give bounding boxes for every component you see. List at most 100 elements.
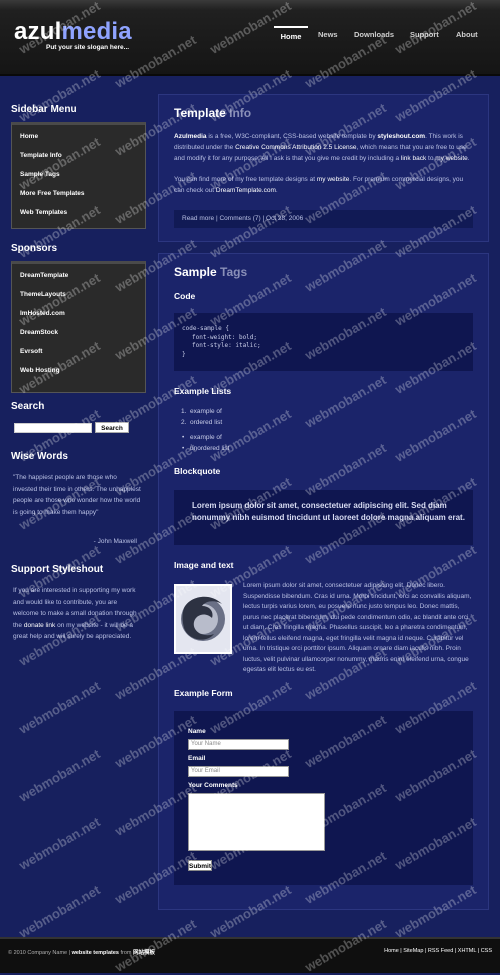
author-link[interactable]: styleshout.com bbox=[377, 133, 425, 140]
wise-author: - John Maxwell bbox=[93, 538, 137, 545]
info-text: is a free, W3C-compliant, CSS-based webs… bbox=[208, 133, 376, 140]
code-line: } bbox=[182, 350, 186, 358]
email-label: Email bbox=[188, 755, 206, 762]
code-line: font-weight: bold; bbox=[192, 333, 258, 341]
info-text: to bbox=[428, 155, 434, 162]
title-part-2: Info bbox=[229, 106, 252, 120]
image-side-text: Lorem ipsum dolor sit amet, consectetuer… bbox=[243, 582, 472, 673]
firefox-image bbox=[174, 584, 232, 654]
link-back-link[interactable]: link back bbox=[401, 155, 426, 162]
footer-links[interactable]: Home | SiteMap | RSS Feed | XHTML | CSS bbox=[384, 948, 492, 954]
website-templates-link[interactable]: website templates bbox=[72, 950, 119, 956]
my-website-link[interactable]: my website bbox=[317, 176, 350, 183]
blockquote-text: Lorem ipsum dolor sit amet, consectetuer… bbox=[192, 501, 465, 522]
sponsor-link[interactable]: ThemeLayouts bbox=[12, 285, 145, 304]
ordered-marker: 1. bbox=[181, 408, 187, 415]
example-form: Name Your Name Email Your Email Your Com… bbox=[174, 711, 473, 885]
code-heading: Code bbox=[174, 291, 196, 301]
comments-link[interactable]: Comments (7) bbox=[219, 215, 260, 222]
footer-copyright: © 2010 Company Name | website templates … bbox=[8, 948, 155, 956]
info-text: . bbox=[275, 187, 278, 194]
watermark-text: webmoban.net bbox=[16, 678, 103, 737]
bullet-icon: • bbox=[182, 445, 185, 452]
email-field[interactable]: Your Email bbox=[188, 766, 289, 777]
ordered-list-item: example of bbox=[190, 408, 222, 415]
post-meta: Read more | Comments (7) | Oct 28, 2006 bbox=[174, 210, 473, 228]
comments-textarea[interactable] bbox=[188, 793, 325, 851]
sponsor-link[interactable]: Web Hosting bbox=[12, 361, 145, 380]
sponsor-link[interactable]: DreamTemplate bbox=[12, 266, 145, 285]
unordered-list-item: unordered list bbox=[190, 445, 230, 452]
sponsors-title: Sponsors bbox=[11, 243, 58, 254]
footer: © 2010 Company Name | website templates … bbox=[0, 937, 500, 973]
sidebar-menu: Home Template Info Sample Tags More Free… bbox=[11, 122, 146, 229]
sponsor-link[interactable]: DreamStock bbox=[12, 323, 145, 342]
code-line: font-style: italic; bbox=[192, 342, 261, 349]
template-info-title: Template Info bbox=[174, 106, 251, 120]
form-heading: Example Form bbox=[174, 688, 233, 698]
copyright-text: from bbox=[120, 950, 132, 956]
read-more-link[interactable]: Read more bbox=[182, 215, 214, 222]
sidebar-item-web-templates[interactable]: Web Templates bbox=[12, 203, 145, 222]
support-title: Support Styleshout bbox=[11, 564, 104, 575]
watermark-text: webmoban.net bbox=[16, 746, 103, 805]
nav-support[interactable]: Support bbox=[410, 26, 439, 39]
image-text-heading: Image and text bbox=[174, 560, 234, 570]
logo-part-1: azul bbox=[14, 18, 62, 45]
sidebar-item-sample-tags[interactable]: Sample Tags bbox=[12, 165, 145, 184]
code-block: code-sample { font-weight: bold; font-st… bbox=[174, 313, 473, 371]
sidebar-item-more-free-templates[interactable]: More Free Templates bbox=[12, 184, 145, 203]
donate-link[interactable]: donate link bbox=[24, 622, 55, 629]
blockquote: Lorem ipsum dolor sit amet, consectetuer… bbox=[174, 490, 473, 545]
submit-button[interactable]: Submit bbox=[188, 860, 212, 871]
site-slogan: Put your site slogan here... bbox=[46, 44, 130, 51]
blockquote-heading: Blockquote bbox=[174, 466, 221, 476]
ordered-list-item: ordered list bbox=[190, 419, 223, 426]
nav-about[interactable]: About bbox=[456, 26, 478, 39]
support-text: If you are interested in supporting my w… bbox=[13, 585, 137, 643]
info-paragraph-2: You can find more of my free template de… bbox=[174, 174, 473, 196]
sample-tags-panel: Sample Tags Code code-sample { font-weig… bbox=[158, 253, 489, 910]
comments-label: Your Comments bbox=[188, 782, 238, 789]
ordered-marker: 2. bbox=[181, 419, 187, 426]
sidebar-item-template-info[interactable]: Template Info bbox=[12, 146, 145, 165]
title-part-1: Template bbox=[174, 106, 226, 120]
sidebar-menu-title: Sidebar Menu bbox=[11, 104, 77, 115]
sponsor-link[interactable]: Evrsoft bbox=[12, 342, 145, 361]
search-input[interactable] bbox=[14, 423, 92, 433]
copyright-text: © 2010 Company Name | bbox=[8, 950, 71, 956]
info-paragraph-1: Azulmedia is a free, W3C-compliant, CSS-… bbox=[174, 131, 473, 164]
logo-part-2: media bbox=[61, 18, 132, 45]
watermark-text: webmoban.net bbox=[16, 882, 103, 941]
template-info-panel: Template Info Azulmedia is a free, W3C-c… bbox=[158, 94, 489, 242]
title-part-1: Sample bbox=[174, 265, 217, 279]
sponsor-link[interactable]: ImHosted.com bbox=[12, 304, 145, 323]
template-name: Azulmedia bbox=[174, 133, 207, 140]
dreamtemplate-link[interactable]: DreamTemplate.com bbox=[216, 187, 276, 194]
nav-downloads[interactable]: Downloads bbox=[354, 26, 394, 39]
site-logo[interactable]: azulmedia bbox=[14, 18, 132, 46]
nav-news[interactable]: News bbox=[318, 26, 338, 39]
bullet-icon: • bbox=[182, 434, 185, 441]
title-part-2: Tags bbox=[220, 265, 248, 279]
footer-chinese-link[interactable]: 网站模板 bbox=[133, 950, 155, 956]
post-date: | Oct 28, 2006 bbox=[262, 215, 304, 222]
header: azulmedia Put your site slogan here... H… bbox=[0, 0, 500, 76]
unordered-list-item: example of bbox=[190, 434, 222, 441]
info-text: . bbox=[467, 155, 470, 162]
watermark-text: webmoban.net bbox=[16, 814, 103, 873]
search-title: Search bbox=[11, 401, 45, 412]
sample-tags-title: Sample Tags bbox=[174, 265, 247, 279]
meta-separator: | bbox=[215, 215, 218, 222]
my-website-link[interactable]: my website bbox=[435, 155, 468, 162]
search-button[interactable]: Search bbox=[95, 422, 129, 433]
name-field[interactable]: Your Name bbox=[188, 739, 289, 750]
lists-heading: Example Lists bbox=[174, 386, 232, 396]
info-text: You can find more of my free template de… bbox=[174, 176, 316, 183]
wise-words-title: Wise Words bbox=[11, 451, 68, 462]
sponsors-list: DreamTemplate ThemeLayouts ImHosted.com … bbox=[11, 261, 146, 393]
nav-home[interactable]: Home bbox=[274, 26, 308, 41]
sidebar-item-home[interactable]: Home bbox=[12, 127, 145, 146]
wise-quote: "The happiest people are those who inves… bbox=[13, 474, 141, 516]
license-link[interactable]: Creative Commons Attribution 2.5 License bbox=[235, 144, 356, 151]
